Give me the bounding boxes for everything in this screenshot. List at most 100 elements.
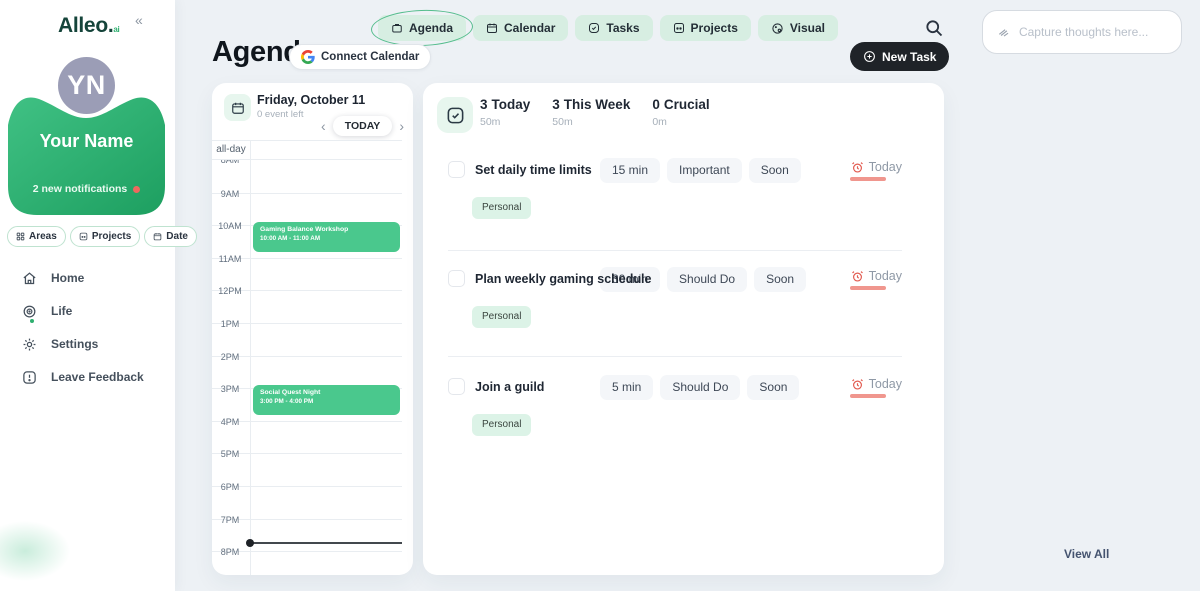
task-checkbox[interactable] (448, 378, 465, 395)
task-priority-chip[interactable]: Should Do (667, 267, 747, 292)
task-priority-chip[interactable]: Important (667, 158, 742, 183)
task-tag-personal[interactable]: Personal (472, 197, 531, 219)
task-title[interactable]: Set daily time limits (475, 157, 592, 183)
task-duration-chip[interactable]: 15 min (600, 158, 660, 183)
task-tag-personal[interactable]: Personal (472, 414, 531, 436)
sidebar-menu: Home Life Settings Leave Feedback (22, 268, 144, 400)
chevron-right-icon[interactable]: › (399, 119, 404, 133)
calendar-time-grid: all-day 8AM 9AM 10AM 11AM 12PM 1PM 2PM 3… (212, 140, 402, 575)
tab-label: Agenda (409, 21, 453, 35)
home-icon (22, 271, 37, 286)
calendar-event-social-quest-night[interactable]: Social Quest Night 3:00 PM - 4:00 PM (253, 385, 400, 415)
notification-dot-icon (133, 186, 140, 193)
task-due-label: Today (869, 160, 902, 174)
visual-palette-icon (771, 22, 784, 35)
sidebar-collapse-icon[interactable]: « (135, 12, 143, 28)
task-divider (448, 356, 902, 357)
task-due-badge[interactable]: Today (851, 269, 902, 283)
task-stats: 3Today 50m 3This Week 50m 0Crucial 0m (480, 97, 710, 128)
tab-tasks[interactable]: Tasks (575, 15, 652, 41)
task-title[interactable]: Plan weekly gaming schedule (475, 266, 651, 292)
areas-grid-icon (16, 232, 25, 241)
stat-today: 3Today 50m (480, 97, 530, 128)
hour-label: 6PM (212, 482, 248, 492)
sidebar-item-home[interactable]: Home (22, 268, 144, 288)
task-due-badge[interactable]: Today (851, 160, 902, 174)
hour-label: 2PM (212, 352, 248, 362)
life-target-icon (22, 304, 37, 319)
task-tag-personal[interactable]: Personal (472, 306, 531, 328)
filter-chip-date[interactable]: Date (144, 226, 197, 247)
sidebar-item-label: Home (51, 271, 84, 285)
feedback-icon (22, 370, 37, 385)
task-timing-chip[interactable]: Soon (754, 267, 806, 292)
capture-pen-icon (997, 25, 1011, 39)
sidebar-item-life[interactable]: Life (22, 301, 144, 321)
tab-calendar[interactable]: Calendar (473, 15, 568, 41)
view-all-link[interactable]: View All (1064, 547, 1109, 561)
new-task-button[interactable]: New Task (850, 42, 949, 71)
notifications-link[interactable]: 2 new notifications (8, 183, 165, 195)
task-due-badge[interactable]: Today (851, 377, 902, 391)
hour-row-8pm[interactable]: 8PM (212, 551, 402, 575)
task-duration-chip[interactable]: 5 min (600, 375, 653, 400)
tab-agenda[interactable]: Agenda (378, 15, 466, 41)
task-checkbox[interactable] (448, 161, 465, 178)
capture-thoughts-box (982, 10, 1182, 54)
hour-label: 5PM (212, 449, 248, 459)
connect-calendar-label: Connect Calendar (321, 51, 419, 63)
calendar-grid-body: 8AM 9AM 10AM 11AM 12PM 1PM 2PM 3PM 4PM 5… (212, 160, 402, 575)
calendar-event-gaming-balance-workshop[interactable]: Gaming Balance Workshop 10:00 AM - 11:00… (253, 222, 400, 252)
task-checkbox[interactable] (448, 270, 465, 287)
sidebar-item-settings[interactable]: Settings (22, 334, 144, 354)
task-title[interactable]: Join a guild (475, 374, 544, 400)
hour-label: 9AM (212, 189, 248, 199)
alarm-clock-icon (851, 270, 864, 283)
tab-label: Visual (790, 21, 825, 35)
chevron-left-icon[interactable]: ‹ (321, 119, 326, 133)
stat-this-week: 3This Week 50m (552, 97, 630, 128)
capture-thoughts-input[interactable] (1019, 25, 1167, 39)
notifications-text: 2 new notifications (33, 183, 128, 195)
tab-projects[interactable]: Projects (660, 15, 751, 41)
calendar-date-title: Friday, October 11 (257, 93, 365, 107)
app-logo-suffix: ai (113, 25, 119, 34)
calendar-header-icon-box (224, 94, 251, 121)
alarm-clock-icon (851, 161, 864, 174)
hour-label: 1PM (212, 319, 248, 329)
gear-icon (22, 337, 37, 352)
stat-crucial: 0Crucial 0m (652, 97, 709, 128)
projects-icon (79, 232, 88, 241)
sidebar: Alleo.ai « YN Your Name 2 new notificati… (0, 0, 175, 591)
task-timing-chip[interactable]: Soon (749, 158, 801, 183)
task-row: Join a guild 5 min Should Do Soon Today … (448, 374, 919, 440)
calendar-icon (153, 232, 162, 241)
search-button[interactable] (924, 18, 944, 38)
connect-calendar-button[interactable]: Connect Calendar (289, 44, 431, 70)
all-day-label: all-day (212, 144, 250, 155)
task-priority-chip[interactable]: Should Do (660, 375, 740, 400)
projects-icon (673, 22, 685, 34)
avatar[interactable]: YN (58, 57, 115, 114)
filter-chip-projects[interactable]: Projects (70, 226, 140, 247)
all-day-row[interactable]: all-day (212, 140, 402, 160)
tab-visual[interactable]: Visual (758, 15, 838, 41)
calendar-icon (486, 22, 498, 34)
today-button[interactable]: TODAY (333, 116, 393, 136)
stat-duration: 50m (552, 116, 630, 128)
stat-duration: 50m (480, 116, 530, 128)
task-timing-chip[interactable]: Soon (747, 375, 799, 400)
calendar-icon (231, 101, 245, 115)
sidebar-filter-chips: Areas Projects Date (7, 226, 197, 247)
user-name: Your Name (8, 131, 165, 152)
stat-count: 3 (480, 97, 488, 112)
filter-chip-areas[interactable]: Areas (7, 226, 66, 247)
stat-duration: 0m (652, 116, 709, 128)
task-due-label: Today (869, 269, 902, 283)
hour-label: 12PM (212, 286, 248, 296)
task-row: Set daily time limits 15 min Important S… (448, 157, 919, 223)
sidebar-item-leave-feedback[interactable]: Leave Feedback (22, 367, 144, 387)
filter-chip-label: Date (166, 231, 188, 242)
sidebar-glow-decoration (0, 521, 70, 581)
tasks-panel: 3Today 50m 3This Week 50m 0Crucial 0m Se… (423, 83, 944, 575)
